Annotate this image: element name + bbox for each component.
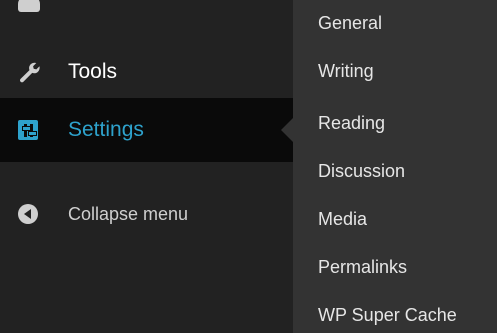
submenu-item-wp-super-cache[interactable]: WP Super Cache xyxy=(318,305,457,326)
submenu-item-reading[interactable]: Reading xyxy=(318,113,385,134)
submenu-item-permalinks[interactable]: Permalinks xyxy=(318,257,407,278)
submenu-item-discussion[interactable]: Discussion xyxy=(318,161,405,182)
submenu-item-general[interactable]: General xyxy=(318,13,382,34)
submenu-item-media[interactable]: Media xyxy=(318,209,367,230)
admin-sidebar: Tools Settings Collapse menu xyxy=(0,0,293,333)
collapse-menu-label: Collapse menu xyxy=(68,203,189,224)
submenu-item-writing[interactable]: Writing xyxy=(318,61,374,82)
settings-submenu: General Writing Reading Discussion Media… xyxy=(293,0,497,333)
dashboard-icon xyxy=(18,0,40,12)
sliders-icon xyxy=(18,120,38,140)
collapse-menu-button[interactable]: Collapse menu xyxy=(0,190,293,238)
sidebar-item-label: Settings xyxy=(68,118,144,141)
sidebar-item-settings[interactable]: Settings xyxy=(0,98,293,162)
sidebar-item-tools[interactable]: Tools xyxy=(0,46,293,98)
wrench-icon xyxy=(18,60,42,84)
submenu-pointer xyxy=(281,118,293,142)
sidebar-item-partial[interactable] xyxy=(0,0,293,22)
sidebar-item-label: Tools xyxy=(68,60,118,83)
collapse-arrow-icon xyxy=(18,204,38,224)
